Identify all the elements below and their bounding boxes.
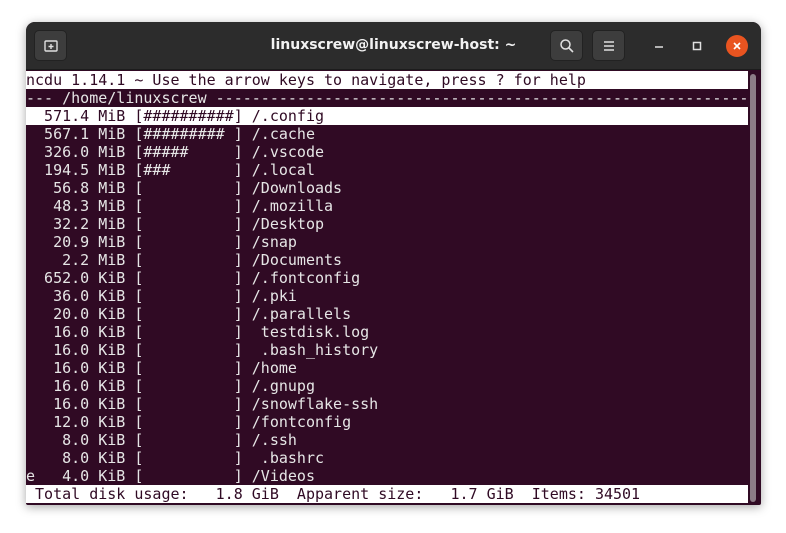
entry-row-selected[interactable]: 571.4 MiB [##########] /.config xyxy=(26,107,748,125)
close-icon xyxy=(733,42,741,50)
ncdu-path-line: --- /home/linuxscrew -------------------… xyxy=(26,89,749,107)
entry-row[interactable]: 16.0 KiB [ ] .bash_history xyxy=(26,341,748,359)
minimize-button[interactable] xyxy=(648,35,670,57)
search-icon xyxy=(559,38,574,53)
entry-row[interactable]: 326.0 MiB [##### ] /.vscode xyxy=(26,143,748,161)
scrollbar[interactable] xyxy=(750,74,756,502)
scrollbar-thumb[interactable] xyxy=(750,74,756,502)
entry-row[interactable]: 20.0 KiB [ ] /.parallels xyxy=(26,305,748,323)
entry-row[interactable]: 48.3 MiB [ ] /.mozilla xyxy=(26,197,748,215)
entry-row[interactable]: 20.9 MiB [ ] /snap xyxy=(26,233,748,251)
entry-row[interactable]: 8.0 KiB [ ] /.ssh xyxy=(26,431,748,449)
entry-row[interactable]: 567.1 MiB [######### ] /.cache xyxy=(26,125,748,143)
entry-row[interactable]: 16.0 KiB [ ] /snowflake-ssh xyxy=(26,395,748,413)
terminal-window: linuxscrew@linuxscrew-host: ~ ncdu 1.14.… xyxy=(26,22,761,505)
entry-row[interactable]: 8.0 KiB [ ] .bashrc xyxy=(26,449,748,467)
entry-row[interactable]: 36.0 KiB [ ] /.pki xyxy=(26,287,748,305)
maximize-button[interactable] xyxy=(686,35,708,57)
menu-button[interactable] xyxy=(592,30,625,61)
hamburger-menu-icon xyxy=(603,40,614,51)
entry-row[interactable]: 194.5 MiB [### ] /.local xyxy=(26,161,748,179)
entry-row[interactable]: 12.0 KiB [ ] /fontconfig xyxy=(26,413,748,431)
entry-row[interactable]: 16.0 KiB [ ] /.gnupg xyxy=(26,377,748,395)
status-bar: Total disk usage: 1.8 GiB Apparent size:… xyxy=(26,485,748,503)
entry-row[interactable]: 16.0 KiB [ ] testdisk.log xyxy=(26,323,748,341)
entry-row[interactable]: 2.2 MiB [ ] /Documents xyxy=(26,251,748,269)
entry-row[interactable]: 16.0 KiB [ ] /home xyxy=(26,359,748,377)
close-button[interactable] xyxy=(726,35,748,57)
terminal-content[interactable]: ncdu 1.14.1 ~ Use the arrow keys to navi… xyxy=(26,70,748,505)
minimize-icon xyxy=(655,46,663,48)
ncdu-header: ncdu 1.14.1 ~ Use the arrow keys to navi… xyxy=(26,71,748,89)
entry-row[interactable]: 56.8 MiB [ ] /Downloads xyxy=(26,179,748,197)
entry-row[interactable]: 652.0 KiB [ ] /.fontconfig xyxy=(26,269,748,287)
search-button[interactable] xyxy=(550,30,583,61)
entry-row[interactable]: e 4.0 KiB [ ] /Videos xyxy=(26,467,748,485)
entry-row[interactable]: 32.2 MiB [ ] /Desktop xyxy=(26,215,748,233)
title-bar: linuxscrew@linuxscrew-host: ~ xyxy=(26,22,761,70)
maximize-icon xyxy=(692,41,702,51)
